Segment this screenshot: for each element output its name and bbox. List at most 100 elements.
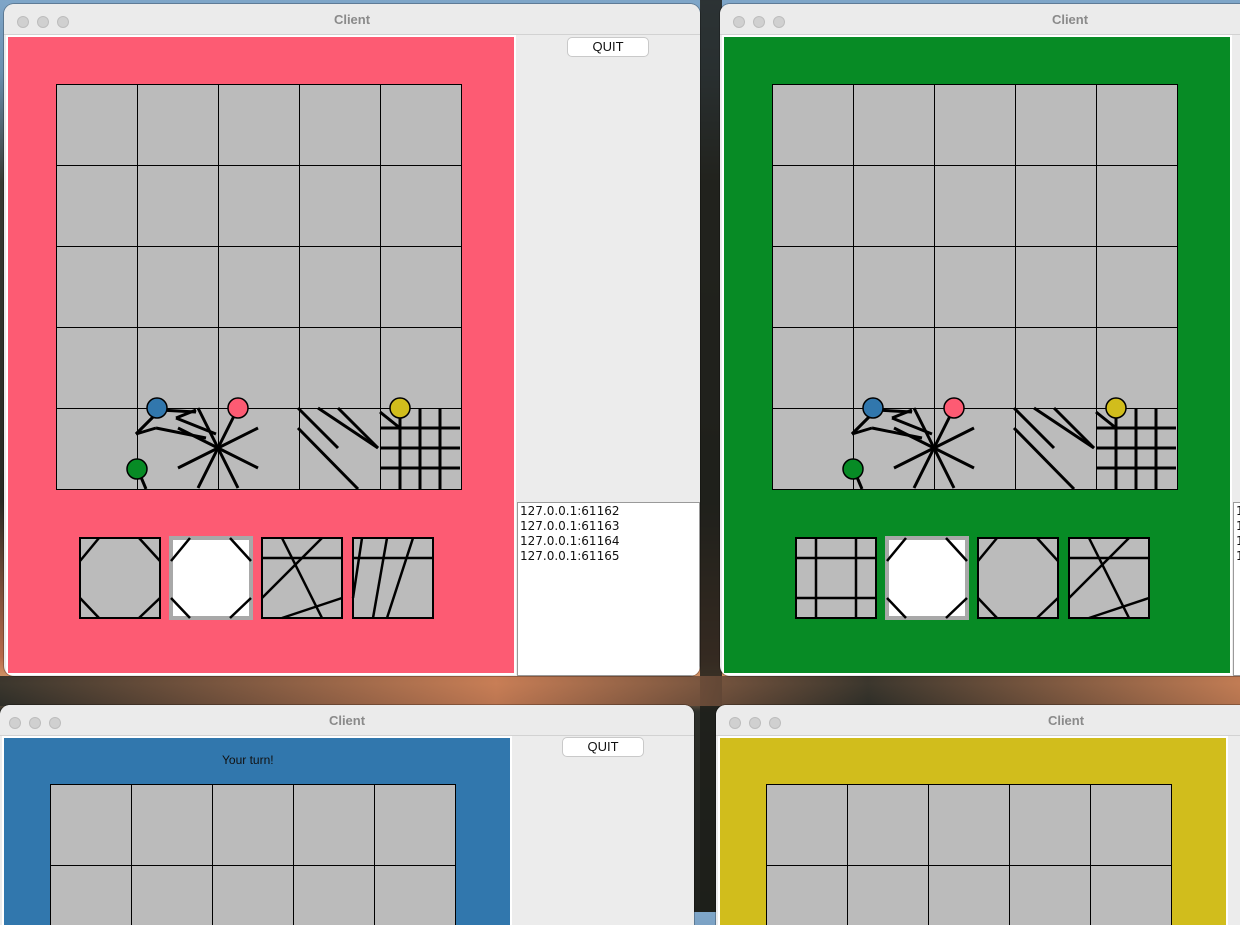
board-cell <box>51 866 132 925</box>
board-cell <box>935 166 1016 247</box>
hand-tile[interactable] <box>353 538 433 618</box>
board-cell <box>375 785 456 866</box>
board-cell <box>1016 85 1097 166</box>
client-window-green: Client 1 1 1 1 <box>720 4 1240 676</box>
game-board[interactable] <box>56 84 460 488</box>
client-window-red: Client QUIT 127.0.0.1:61162 127.0.0.1:61… <box>4 4 700 676</box>
log-entry: 1 <box>1236 549 1240 564</box>
title-bar[interactable]: Client <box>4 4 700 35</box>
board-cell <box>294 785 375 866</box>
hand-tile-selected[interactable] <box>171 538 251 618</box>
board-cell <box>57 85 138 166</box>
log-entry: 1 <box>1236 534 1240 549</box>
quit-button[interactable]: QUIT <box>567 37 649 57</box>
hand-tile[interactable] <box>80 538 160 618</box>
log-entry: 127.0.0.1:61164 <box>520 534 699 549</box>
title-bar[interactable]: Client <box>720 4 1240 35</box>
board-cell <box>767 785 848 866</box>
board-cell <box>773 166 854 247</box>
tile-hand <box>79 536 439 622</box>
board-cell <box>935 85 1016 166</box>
red-player-marker <box>228 398 248 418</box>
connection-log: 1 1 1 1 <box>1233 502 1240 676</box>
board-cell <box>57 409 138 490</box>
board-cell <box>1016 166 1097 247</box>
board-cell <box>213 785 294 866</box>
title-bar[interactable]: Client <box>716 705 1240 736</box>
board-cell <box>1097 85 1178 166</box>
board-cell <box>854 328 935 409</box>
board-cell <box>773 247 854 328</box>
board-cell <box>1016 247 1097 328</box>
board-cell <box>935 247 1016 328</box>
quit-button[interactable]: QUIT <box>562 737 644 757</box>
window-title: Client <box>876 713 1240 728</box>
board-cell <box>929 866 1010 925</box>
tile-face <box>171 538 251 618</box>
log-entry: 127.0.0.1:61163 <box>520 519 699 534</box>
hand-tile[interactable] <box>796 538 876 618</box>
window-title: Client <box>4 12 700 27</box>
blue-player-marker <box>863 398 883 418</box>
tile-face <box>796 538 876 618</box>
board-cell <box>57 166 138 247</box>
zoom-icon[interactable] <box>769 717 781 729</box>
board-cell <box>767 866 848 925</box>
board-cell <box>57 247 138 328</box>
board-cell <box>929 785 1010 866</box>
board-cell <box>57 328 138 409</box>
board-cell <box>51 785 132 866</box>
yellow-player-marker <box>390 398 410 418</box>
hand-tile[interactable] <box>1069 538 1149 618</box>
log-entry: 127.0.0.1:61162 <box>520 504 699 519</box>
board-cell <box>848 785 929 866</box>
board-cell <box>1097 328 1178 409</box>
blue-player-marker <box>147 398 167 418</box>
board-cell <box>854 166 935 247</box>
board-cell <box>300 247 381 328</box>
board-cell <box>219 85 300 166</box>
board-cell <box>1091 785 1172 866</box>
game-board[interactable] <box>772 84 1176 488</box>
title-bar[interactable]: Client <box>0 705 694 736</box>
board-cell <box>1097 247 1178 328</box>
zoom-icon[interactable] <box>773 16 785 28</box>
board-cell <box>219 328 300 409</box>
board-cell <box>381 85 462 166</box>
hand-tile[interactable] <box>978 538 1058 618</box>
log-entry: 1 <box>1236 504 1240 519</box>
game-board[interactable] <box>766 784 1172 924</box>
board-cell <box>854 247 935 328</box>
board-cell <box>138 328 219 409</box>
client-window-yellow: Client <box>716 705 1240 925</box>
board-cell <box>935 328 1016 409</box>
board-cell <box>300 328 381 409</box>
tile-face <box>887 538 967 618</box>
tile-face <box>80 538 160 618</box>
hand-tile-selected[interactable] <box>887 538 967 618</box>
board-cell <box>132 866 213 925</box>
tile-face <box>353 538 433 618</box>
board-cell <box>375 866 456 925</box>
board-cell <box>138 85 219 166</box>
green-player-marker <box>127 459 147 479</box>
board-cell <box>1010 866 1091 925</box>
board-cell <box>848 866 929 925</box>
red-player-marker <box>944 398 964 418</box>
green-player-marker <box>843 459 863 479</box>
board-cell <box>294 866 375 925</box>
minimize-icon[interactable] <box>753 16 765 28</box>
board-cell <box>132 785 213 866</box>
game-board[interactable] <box>50 784 456 924</box>
board-cell <box>1010 785 1091 866</box>
close-icon[interactable] <box>733 16 745 28</box>
board-cell <box>381 328 462 409</box>
board-cell <box>773 85 854 166</box>
close-icon[interactable] <box>729 717 741 729</box>
board-cell <box>381 166 462 247</box>
board-cell <box>381 247 462 328</box>
board-cell <box>1016 328 1097 409</box>
hand-tile[interactable] <box>262 538 342 618</box>
board-cell <box>300 166 381 247</box>
minimize-icon[interactable] <box>749 717 761 729</box>
